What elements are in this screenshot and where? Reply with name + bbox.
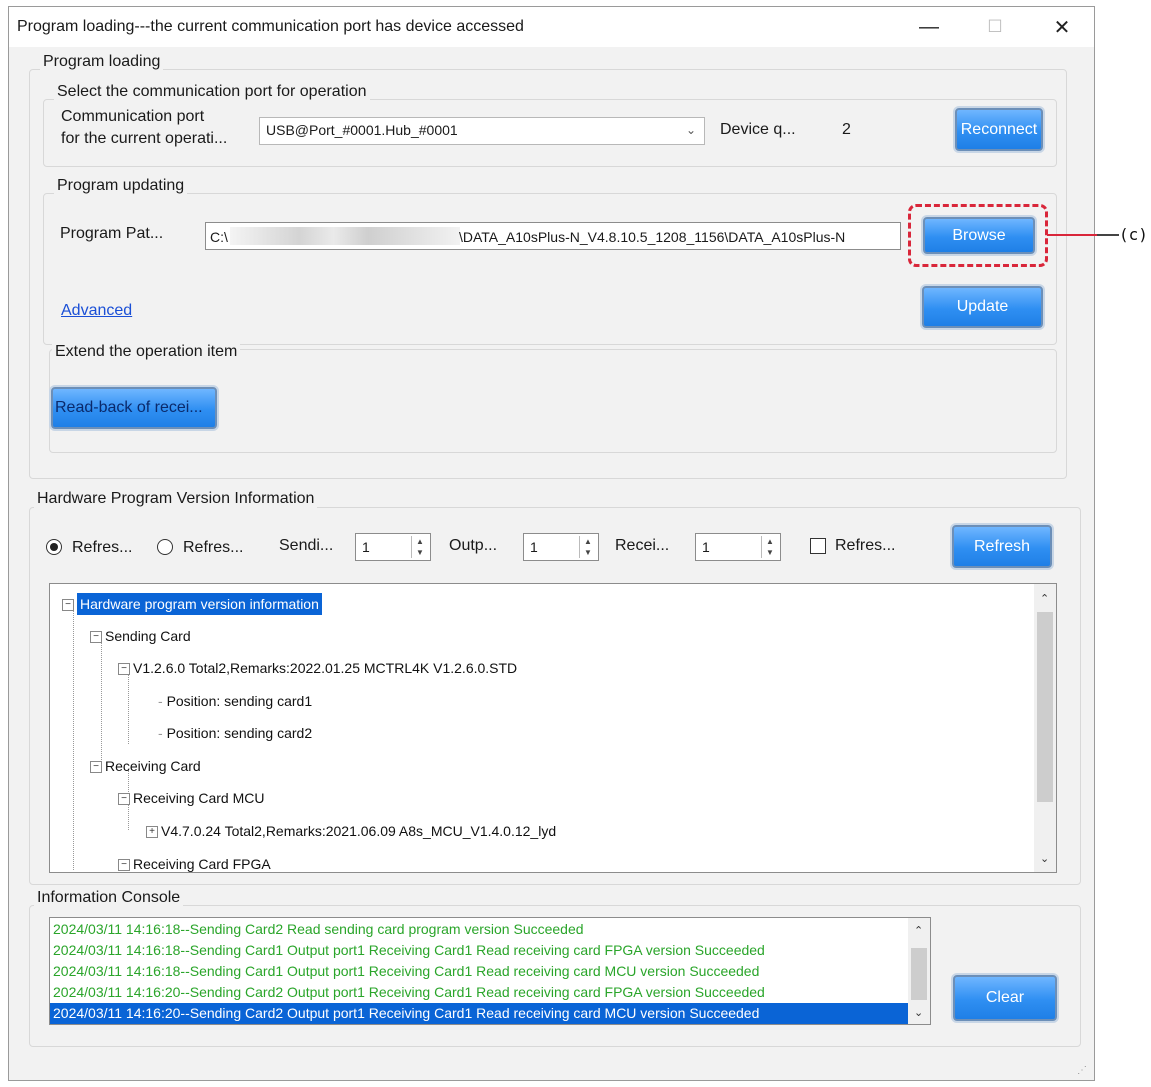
- tree-node-receiving-card[interactable]: − Receiving Card: [90, 758, 201, 774]
- refresh-option-2-radio[interactable]: [157, 539, 173, 555]
- browse-highlight-callout: [908, 204, 1048, 267]
- refresh-checkbox-label: Refres...: [835, 537, 896, 554]
- refresh-button[interactable]: Refresh: [952, 525, 1052, 568]
- refresh-checkbox[interactable]: [810, 538, 826, 554]
- callout-line-tail: [1097, 234, 1119, 236]
- collapse-icon[interactable]: −: [90, 761, 102, 774]
- tree-node-receiving-mcu-label: Receiving Card MCU: [133, 790, 265, 806]
- console-log-line-selected[interactable]: 2024/03/11 14:16:20--Sending Card2 Outpu…: [50, 1003, 908, 1024]
- window-title: Program loading---the current communicat…: [17, 18, 524, 35]
- tree-node-position-1[interactable]: - Position: sending card1: [158, 693, 312, 709]
- tree-connector: [101, 642, 103, 772]
- receiving-card-value: 1: [702, 539, 710, 555]
- scroll-up-icon[interactable]: ⌃: [1040, 592, 1049, 605]
- spin-arrows-icon[interactable]: ▲ ▼: [579, 536, 596, 558]
- program-path-label: Program Pat...: [60, 225, 164, 242]
- information-console-label: Information Console: [34, 889, 184, 907]
- port-selection-group-label: Select the communication port for operat…: [54, 83, 370, 101]
- console-log-line[interactable]: 2024/03/11 14:16:20--Sending Card2 Outpu…: [50, 982, 908, 1003]
- output-port-stepper[interactable]: 1 ▲ ▼: [523, 533, 599, 561]
- title-bar: Program loading---the current communicat…: [9, 7, 1094, 47]
- console-log-line[interactable]: 2024/03/11 14:16:18--Sending Card2 Read …: [50, 919, 908, 940]
- tree-scrollbar-thumb[interactable]: [1037, 612, 1053, 802]
- radio-selected-dot: [50, 543, 58, 551]
- program-updating-group: [43, 193, 1057, 345]
- callout-line: [1047, 234, 1097, 236]
- communication-port-value: USB@Port_#0001.Hub_#0001: [266, 122, 458, 138]
- console-scrollbar-thumb[interactable]: [911, 948, 927, 1000]
- resize-grip-icon[interactable]: ⋰: [1077, 1065, 1087, 1076]
- expand-icon[interactable]: +: [146, 826, 158, 839]
- tree-node-sending-card[interactable]: − Sending Card: [90, 628, 191, 644]
- device-quantity-label: Device q...: [720, 121, 796, 138]
- program-updating-group-label: Program updating: [54, 177, 188, 195]
- refresh-option-1-label: Refres...: [72, 539, 133, 556]
- collapse-icon[interactable]: −: [118, 859, 130, 872]
- readback-receiving-button[interactable]: Read-back of recei...: [51, 387, 217, 429]
- minimize-button[interactable]: —: [906, 7, 952, 47]
- program-path-input[interactable]: C:\ \DATA_A10sPlus-N_V4.8.10.5_1208_1156…: [205, 222, 901, 250]
- sending-card-value: 1: [362, 539, 370, 555]
- hardware-version-group-label: Hardware Program Version Information: [34, 490, 318, 508]
- console-scrollbar[interactable]: ⌃ ⌄: [908, 918, 930, 1024]
- close-button[interactable]: ✕: [1039, 7, 1085, 47]
- tree-connector: [128, 674, 130, 744]
- tree-node-position-1-label: Position: sending card1: [166, 693, 313, 709]
- tree-node-mcu-version[interactable]: + V4.7.0.24 Total2,Remarks:2021.06.09 A8s…: [146, 823, 556, 839]
- tree-node-position-2[interactable]: - Position: sending card2: [158, 725, 312, 741]
- console-log-line[interactable]: 2024/03/11 14:16:18--Sending Card1 Outpu…: [50, 961, 908, 982]
- collapse-icon[interactable]: −: [118, 663, 130, 676]
- sending-card-label: Sendi...: [279, 537, 334, 554]
- refresh-option-2-label: Refres...: [183, 539, 244, 556]
- spin-arrows-icon[interactable]: ▲ ▼: [411, 536, 428, 558]
- blurred-path-segment: [230, 227, 460, 245]
- program-loading-group-label: Program loading: [40, 53, 164, 71]
- program-loading-window: Program loading---the current communicat…: [8, 6, 1095, 1081]
- device-quantity-value: 2: [842, 121, 851, 138]
- tree-node-receiving-fpga[interactable]: − Receiving Card FPGA: [118, 856, 271, 872]
- extend-operation-group-label: Extend the operation item: [52, 343, 241, 361]
- output-port-value: 1: [530, 539, 538, 555]
- tree-node-sending-version[interactable]: − V1.2.6.0 Total2,Remarks:2022.01.25 MCTR…: [118, 660, 517, 676]
- tree-node-sending-version-label: V1.2.6.0 Total2,Remarks:2022.01.25 MCTRL…: [133, 660, 518, 676]
- output-port-label: Outp...: [449, 537, 498, 554]
- tree-node-root-label: Hardware program version information: [77, 593, 322, 615]
- tree-node-receiving-card-label: Receiving Card: [105, 758, 201, 774]
- tree-node-receiving-fpga-label: Receiving Card FPGA: [133, 856, 271, 872]
- tree-connector: [73, 610, 75, 870]
- refresh-option-1-radio[interactable]: [46, 539, 62, 555]
- tree-node-root[interactable]: − Hardware program version information: [62, 593, 322, 615]
- receiving-card-stepper[interactable]: 1 ▲ ▼: [695, 533, 781, 561]
- tree-node-receiving-mcu[interactable]: − Receiving Card MCU: [118, 790, 264, 806]
- chevron-down-icon: ⌄: [685, 123, 696, 137]
- tree-node-mcu-version-label: V4.7.0.24 Total2,Remarks:2021.06.09 A8s_…: [161, 823, 557, 839]
- collapse-icon[interactable]: −: [62, 599, 74, 612]
- tree-node-position-2-label: Position: sending card2: [166, 725, 313, 741]
- scroll-up-icon[interactable]: ⌃: [914, 924, 923, 937]
- receiving-card-label: Recei...: [615, 537, 670, 554]
- maximize-button[interactable]: ☐: [972, 7, 1018, 47]
- reconnect-button[interactable]: Reconnect: [955, 108, 1043, 151]
- scroll-down-icon[interactable]: ⌄: [1040, 852, 1049, 865]
- hardware-version-tree[interactable]: − Hardware program version information − S…: [49, 583, 1057, 873]
- program-path-prefix: C:\: [210, 229, 228, 245]
- tree-scrollbar[interactable]: ⌃ ⌄: [1034, 584, 1056, 872]
- spin-arrows-icon[interactable]: ▲ ▼: [761, 536, 778, 558]
- collapse-icon[interactable]: −: [90, 631, 102, 644]
- update-button[interactable]: Update: [922, 286, 1043, 328]
- scroll-down-icon[interactable]: ⌄: [914, 1006, 923, 1019]
- callout-label: (c): [1119, 225, 1148, 244]
- console-log-list[interactable]: 2024/03/11 14:16:18--Sending Card2 Read …: [49, 917, 931, 1025]
- program-path-suffix: \DATA_A10sPlus-N_V4.8.10.5_1208_1156\DAT…: [459, 229, 846, 245]
- console-log-line[interactable]: 2024/03/11 14:16:18--Sending Card1 Outpu…: [50, 940, 908, 961]
- clear-button[interactable]: Clear: [953, 975, 1057, 1021]
- sending-card-stepper[interactable]: 1 ▲ ▼: [355, 533, 431, 561]
- collapse-icon[interactable]: −: [118, 793, 130, 806]
- port-label-line2: for the current operati...: [61, 130, 228, 147]
- advanced-link[interactable]: Advanced: [61, 302, 132, 320]
- port-label-line1: Communication port: [61, 108, 205, 125]
- tree-node-sending-card-label: Sending Card: [105, 628, 191, 644]
- communication-port-select[interactable]: USB@Port_#0001.Hub_#0001 ⌄: [259, 117, 705, 145]
